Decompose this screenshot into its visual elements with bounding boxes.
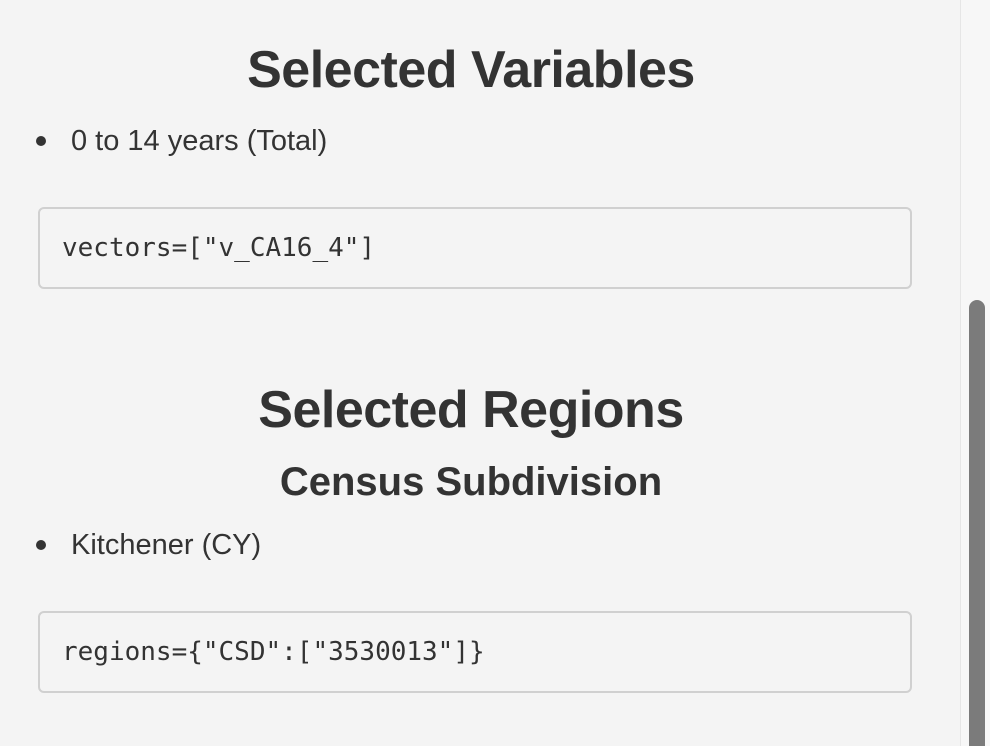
region-label: Kitchener (CY) [71, 529, 262, 561]
region-level-heading: Census Subdivision [279, 460, 663, 504]
selected-regions-list: Kitchener (CY) [36, 527, 261, 563]
list-item: Kitchener (CY) [36, 527, 261, 563]
viewport: Selected Variables 0 to 14 years (Total)… [0, 0, 990, 746]
variable-label: 0 to 14 years (Total) [71, 125, 328, 157]
list-item: 0 to 14 years (Total) [36, 123, 327, 159]
regions-code-block[interactable]: regions={"CSD":["3530013"]} [38, 611, 912, 693]
selected-regions-heading: Selected Regions [258, 381, 684, 439]
bullet-icon [36, 136, 46, 146]
selected-variables-list: 0 to 14 years (Total) [36, 123, 327, 159]
main-content: Selected Variables 0 to 14 years (Total)… [0, 0, 960, 746]
selected-variables-heading: Selected Variables [247, 41, 695, 99]
vertical-scrollbar[interactable] [960, 0, 990, 746]
bullet-icon [36, 540, 46, 550]
vectors-code-block[interactable]: vectors=["v_CA16_4"] [38, 207, 912, 289]
scrollbar-thumb[interactable] [969, 300, 985, 746]
